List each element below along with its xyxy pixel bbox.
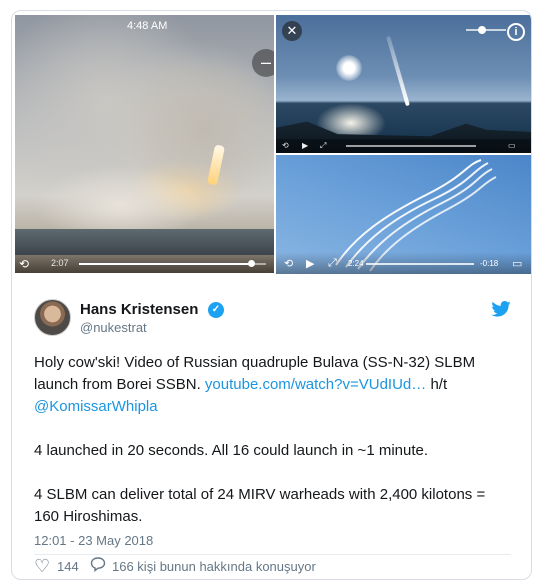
avatar[interactable] <box>34 299 71 336</box>
ht-text: h/t <box>426 376 448 393</box>
divider <box>34 554 511 555</box>
fullscreen-icon[interactable]: ⤢ <box>320 141 326 151</box>
mention-link[interactable]: @KomissarWhipla <box>34 398 158 415</box>
reply-bubble-icon[interactable] <box>90 556 106 577</box>
video-progress-bar: ⟲ 2:07 <box>15 255 274 273</box>
volume-slider[interactable] <box>466 26 506 34</box>
verified-badge-icon: ✓ <box>208 302 224 318</box>
reply-count-text[interactable]: 166 kişi bunun hakkında konuşuyor <box>112 559 316 574</box>
launch-video-bottom-right[interactable]: ⟲ ▶ ⤢ 2:24 -0:18 ▭ <box>276 155 531 274</box>
tweet-paragraph-2: 4 launched in 20 seconds. All 16 could l… <box>34 442 429 459</box>
mini-progress-track[interactable] <box>346 145 476 147</box>
replay-icon[interactable]: ⟲ <box>282 141 289 150</box>
youtube-link[interactable]: youtube.com/watch?v=VUdIUd… <box>205 376 426 393</box>
volume-knob[interactable] <box>478 26 486 34</box>
heart-icon[interactable]: ♡ <box>34 556 50 577</box>
tweet-paragraph-3: 4 SLBM can deliver total of 24 MIRV warh… <box>34 486 486 525</box>
captions-icon[interactable]: ▭ <box>512 257 522 270</box>
missile-trail <box>386 35 410 107</box>
replay-icon[interactable]: ⟲ <box>19 257 29 271</box>
elapsed-time: 2:07 <box>51 258 69 268</box>
progress-track[interactable] <box>366 263 474 265</box>
launch-video-left[interactable]: 4:48 AM – ⟲ 2:07 <box>15 15 274 273</box>
progress-thumb[interactable] <box>248 260 256 267</box>
tweet-text: Holy cow'ski! Video of Russian quadruple… <box>34 352 514 550</box>
display-name[interactable]: Hans Kristensen <box>80 301 198 318</box>
mini-player-bar: ⟲ ▶ ⤢ ▭ <box>276 139 531 153</box>
media-grid: 4:48 AM – ⟲ 2:07 ✕ i ⟲ ▶ ⤢ ▭ ⟲ ▶ ⤢ 2:24 … <box>12 11 531 274</box>
progress-fill <box>79 263 252 265</box>
replay-icon[interactable]: ⟲ <box>284 257 293 270</box>
play-icon[interactable]: ▶ <box>302 141 308 150</box>
status-time: 4:48 AM <box>127 20 168 32</box>
close-icon[interactable]: ✕ <box>282 21 302 41</box>
launch-video-top-right[interactable]: ✕ i ⟲ ▶ ⤢ ▭ <box>276 15 531 153</box>
minimize-button[interactable]: – <box>252 49 274 77</box>
info-icon[interactable]: i <box>507 23 525 41</box>
twitter-bird-icon[interactable] <box>491 301 511 322</box>
remaining-time: -0:18 <box>480 259 499 268</box>
tweet-paragraph-1: Holy cow'ski! Video of Russian quadruple… <box>34 352 514 418</box>
captions-icon[interactable]: ▭ <box>508 141 516 150</box>
fullscreen-icon[interactable]: ⤢ <box>328 257 337 270</box>
progress-track[interactable] <box>79 260 266 267</box>
user-handle[interactable]: @nukestrat <box>80 320 147 335</box>
tweet-timestamp[interactable]: 12:01 - 23 May 2018 <box>34 533 153 548</box>
video-controls: ⟲ ▶ ⤢ 2:24 -0:18 ▭ <box>276 252 531 274</box>
sea-surface <box>15 229 274 255</box>
tweet-card: 4:48 AM – ⟲ 2:07 ✕ i ⟲ ▶ ⤢ ▭ ⟲ ▶ ⤢ 2:24 … <box>11 10 532 580</box>
current-time: 2:24 <box>348 259 364 268</box>
play-icon[interactable]: ▶ <box>306 257 314 270</box>
like-count[interactable]: 144 <box>57 559 79 574</box>
sun <box>336 55 362 81</box>
